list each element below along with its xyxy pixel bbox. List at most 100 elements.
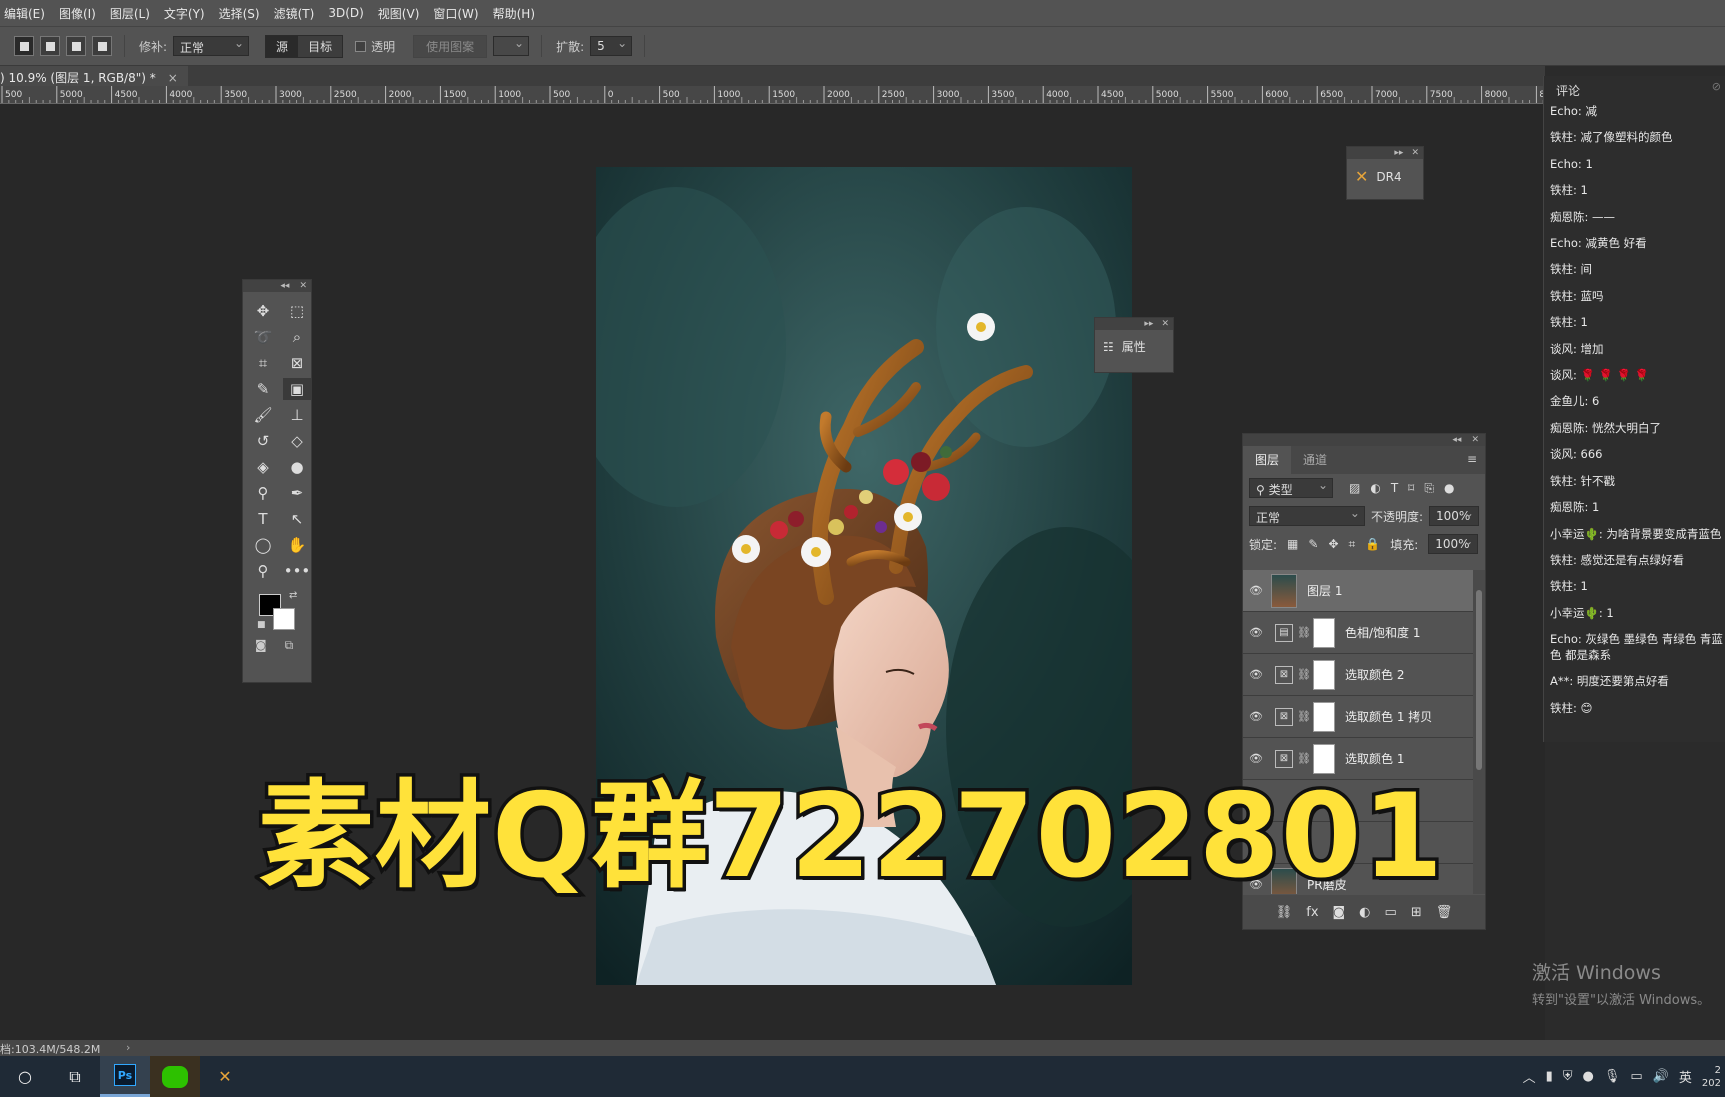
- subtract-selection-button[interactable]: [66, 36, 86, 56]
- lock-image-icon[interactable]: ✎: [1308, 537, 1318, 551]
- menu-help[interactable]: 帮助(H): [493, 5, 535, 22]
- filter-toggle-icon[interactable]: ●: [1444, 481, 1454, 496]
- history-brush-tool-icon[interactable]: ↺: [249, 430, 277, 452]
- eraser-tool-icon[interactable]: ◇: [283, 430, 311, 452]
- fill-input[interactable]: 100%: [1428, 534, 1479, 554]
- properties-button[interactable]: ☷ 属性: [1095, 330, 1173, 363]
- swap-colors-icon[interactable]: ⇄: [289, 590, 297, 601]
- pixel-filter-icon[interactable]: ▨: [1349, 481, 1360, 496]
- intersect-selection-button[interactable]: [92, 36, 112, 56]
- source-button[interactable]: 源: [266, 35, 299, 57]
- start-search-icon[interactable]: ○: [0, 1056, 50, 1097]
- adjustment-filter-icon[interactable]: ◐: [1370, 481, 1380, 496]
- diffusion-select[interactable]: 5: [590, 36, 633, 56]
- menu-select[interactable]: 选择(S): [219, 5, 260, 22]
- menu-filter[interactable]: 滤镜(T): [274, 5, 315, 22]
- document-tab[interactable]: ) 10.9% (图层 1, RGB/8") * ×: [0, 66, 188, 86]
- close-tab-icon[interactable]: ×: [168, 71, 178, 85]
- smart-object-filter-icon[interactable]: ⎘: [1424, 481, 1434, 496]
- tab-layers[interactable]: 图层: [1243, 446, 1292, 474]
- transparent-checkbox[interactable]: 透明: [355, 38, 395, 55]
- mic-icon[interactable]: 🎙: [1604, 1069, 1621, 1084]
- input-method-indicator[interactable]: 英: [1679, 1067, 1692, 1086]
- lock-position-icon[interactable]: ✥: [1328, 537, 1338, 551]
- menu-window[interactable]: 窗口(W): [433, 5, 478, 22]
- marquee-tool-icon[interactable]: ⬚: [283, 300, 311, 322]
- quick-select-tool-icon[interactable]: ⌕: [283, 326, 311, 348]
- network-icon[interactable]: ▭: [1630, 1069, 1642, 1084]
- patch-mode-select[interactable]: 正常: [173, 36, 250, 56]
- collapse-icon[interactable]: ◂◂: [1452, 434, 1461, 446]
- type-filter-icon[interactable]: T: [1391, 481, 1398, 496]
- blend-mode-select[interactable]: 正常: [1249, 506, 1365, 526]
- quick-mask-icon[interactable]: ◙: [255, 638, 267, 653]
- settings-icon[interactable]: ⊘: [1712, 80, 1721, 93]
- panel-header[interactable]: ◂◂ ✕: [243, 280, 311, 292]
- panel-header[interactable]: ▸▸ ✕: [1347, 147, 1423, 159]
- patch-tool-icon[interactable]: ▣: [283, 378, 311, 400]
- menu-3d[interactable]: 3D(D): [328, 6, 363, 20]
- wechat-tray-icon[interactable]: ●: [1583, 1069, 1594, 1084]
- blur-tool-icon[interactable]: ●: [283, 456, 311, 478]
- tray-app-icon[interactable]: ▮: [1546, 1069, 1553, 1084]
- target-button[interactable]: 目标: [298, 35, 343, 57]
- default-colors-icon[interactable]: ■: [257, 620, 266, 630]
- visibility-eye-icon[interactable]: 👁: [1243, 584, 1269, 597]
- layer-row[interactable]: 👁 ▤ ⛓ 色相/饱和度 1: [1243, 612, 1473, 654]
- crop-tool-icon[interactable]: ⌗: [249, 352, 277, 374]
- close-panel-icon[interactable]: ✕: [1161, 318, 1169, 330]
- menu-layer[interactable]: 图层(L): [110, 5, 150, 22]
- menu-type[interactable]: 文字(Y): [164, 5, 205, 22]
- dodge-tool-icon[interactable]: ⚲: [249, 482, 277, 504]
- move-tool-icon[interactable]: ✥: [249, 300, 277, 322]
- lock-artboard-icon[interactable]: ⌗: [1349, 537, 1356, 552]
- task-view-icon[interactable]: ⧉: [50, 1056, 100, 1097]
- panel-header[interactable]: ▸▸ ✕: [1095, 318, 1173, 330]
- close-panel-icon[interactable]: ✕: [1471, 434, 1479, 446]
- horizontal-ruler[interactable]: 500 5000 4500 4000 3500 3000 2500 2000 1500 1000 5…: [0, 86, 1545, 104]
- hand-tool-icon[interactable]: ✋: [283, 534, 311, 556]
- menu-view[interactable]: 视图(V): [378, 5, 420, 22]
- lock-transparent-icon[interactable]: ▦: [1287, 537, 1298, 551]
- layer-row[interactable]: 👁 图层 1: [1243, 570, 1473, 612]
- volume-icon[interactable]: 🔊: [1653, 1069, 1669, 1084]
- wechat-taskbar-button[interactable]: [150, 1056, 200, 1097]
- tab-channels[interactable]: 通道: [1291, 446, 1339, 474]
- layers-scrollbar[interactable]: [1473, 570, 1485, 894]
- close-panel-icon[interactable]: ✕: [1411, 147, 1419, 159]
- new-selection-button[interactable]: [14, 36, 34, 56]
- background-color[interactable]: [273, 608, 295, 630]
- shape-filter-icon[interactable]: ⌑: [1408, 481, 1414, 496]
- brush-tool-icon[interactable]: 🖌: [249, 404, 277, 426]
- close-panel-icon[interactable]: ✕: [299, 280, 307, 292]
- photoshop-taskbar-button[interactable]: Ps: [100, 1056, 150, 1097]
- visibility-eye-icon[interactable]: 👁: [1243, 710, 1269, 723]
- tray-expand-icon[interactable]: ︿: [1523, 1067, 1536, 1086]
- app-taskbar-button[interactable]: ✕: [200, 1056, 250, 1097]
- menu-edit[interactable]: 编辑(E): [4, 5, 45, 22]
- screen-mode-icon[interactable]: ⧉: [285, 638, 294, 653]
- collapse-icon[interactable]: ▸▸: [1144, 318, 1153, 330]
- ellipse-tool-icon[interactable]: ◯: [249, 534, 277, 556]
- collapse-icon[interactable]: ◂◂: [280, 280, 289, 292]
- path-select-tool-icon[interactable]: ↖: [283, 508, 311, 530]
- more-tools-icon[interactable]: •••: [283, 560, 311, 582]
- dr4-button[interactable]: ✕ DR4: [1347, 159, 1423, 194]
- status-menu-arrow-icon[interactable]: ›: [126, 1041, 130, 1054]
- menu-image[interactable]: 图像(I): [59, 5, 96, 22]
- frame-tool-icon[interactable]: ⊠: [283, 352, 311, 374]
- bucket-tool-icon[interactable]: ◈: [249, 456, 277, 478]
- security-icon[interactable]: ⛨: [1563, 1069, 1573, 1084]
- clock[interactable]: 2 202: [1702, 1064, 1721, 1090]
- collapse-icon[interactable]: ▸▸: [1394, 147, 1403, 159]
- add-selection-button[interactable]: [40, 36, 60, 56]
- panel-menu-icon[interactable]: ≡: [1467, 452, 1477, 466]
- opacity-input[interactable]: 100%: [1429, 506, 1479, 526]
- panel-header[interactable]: ◂◂ ✕: [1243, 434, 1485, 446]
- zoom-tool-icon[interactable]: ⚲: [249, 560, 277, 582]
- stamp-tool-icon[interactable]: ⊥: [283, 404, 311, 426]
- visibility-eye-icon[interactable]: 👁: [1243, 626, 1269, 639]
- layer-row[interactable]: 👁 ⊠ ⛓ 选取颜色 1 拷贝: [1243, 696, 1473, 738]
- filter-kind-select[interactable]: ⚲ 类型: [1249, 478, 1333, 498]
- lock-all-icon[interactable]: 🔒: [1365, 537, 1380, 551]
